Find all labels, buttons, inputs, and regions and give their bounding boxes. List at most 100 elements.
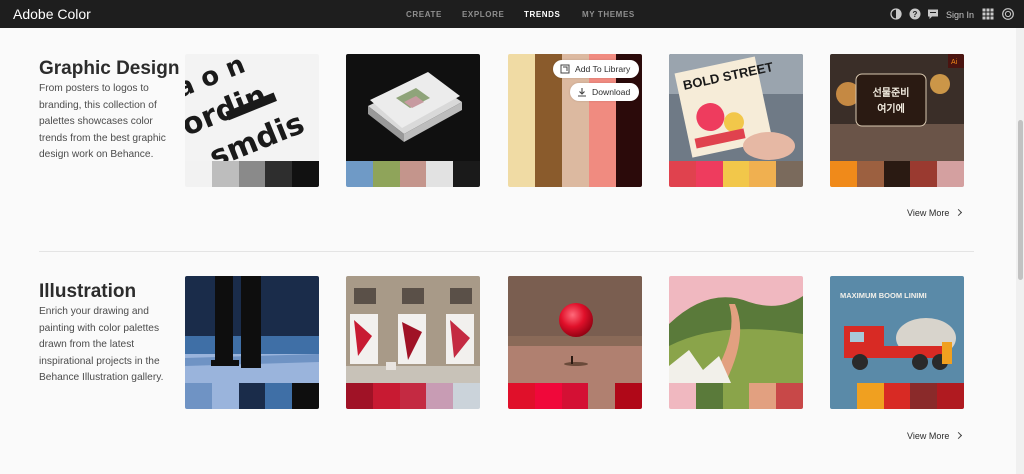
palette-card-bold-street[interactable]: BOLD STREET xyxy=(669,54,803,187)
color-swatch xyxy=(910,161,938,187)
color-swatch xyxy=(211,161,239,187)
color-swatch xyxy=(346,383,373,409)
section-divider xyxy=(39,251,974,252)
color-swatch xyxy=(830,161,857,187)
color-swatch xyxy=(399,161,427,187)
color-swatch xyxy=(722,383,750,409)
section-title-graphic-design: Graphic Design xyxy=(39,58,180,79)
color-swatch xyxy=(453,383,480,409)
color-swatch xyxy=(561,383,589,409)
palette-card-korean-signage[interactable]: 선물준비 여기에 Ai xyxy=(830,54,964,187)
palette-swatches xyxy=(508,383,642,409)
nav-create[interactable]: CREATE xyxy=(406,10,442,19)
palette-card-typography[interactable]: a o n ordin smdis xyxy=(185,54,319,187)
color-swatch xyxy=(883,383,911,409)
chevron-right-icon[interactable] xyxy=(954,208,963,217)
sign-in-link[interactable]: Sign In xyxy=(946,10,974,20)
view-more-illustration-link[interactable]: View More xyxy=(907,431,949,441)
svg-text:여기에: 여기에 xyxy=(877,102,905,115)
download-icon xyxy=(578,88,586,97)
download-label: Download xyxy=(592,87,631,97)
illustration-headline: MAXIMUM BOOM LINIMI xyxy=(840,291,927,300)
color-swatch xyxy=(937,161,964,187)
palette-swatches xyxy=(669,161,803,187)
top-navigation-bar: Adobe Color CREATE EXPLORE TRENDS MY THE… xyxy=(0,0,1024,28)
section-description-graphic-design: From posters to logos to branding, this … xyxy=(39,83,166,161)
color-swatch xyxy=(776,161,803,187)
color-swatch xyxy=(426,383,454,409)
add-to-library-label: Add To Library xyxy=(575,64,631,74)
palette-swatches xyxy=(185,161,319,187)
color-swatch xyxy=(937,383,964,409)
card-image-bold-street-poster: BOLD STREET xyxy=(669,54,803,161)
color-swatch xyxy=(292,161,319,187)
palette-swatches xyxy=(346,161,480,187)
card-image-green-hills xyxy=(669,276,803,383)
palette-card-street-murals[interactable] xyxy=(346,276,480,409)
color-swatch xyxy=(238,161,266,187)
color-swatch xyxy=(669,383,696,409)
color-swatch xyxy=(883,161,911,187)
nav-trends[interactable]: TRENDS xyxy=(524,10,561,19)
color-swatch xyxy=(399,383,427,409)
color-swatch xyxy=(453,161,480,187)
color-swatch xyxy=(372,161,400,187)
color-swatch xyxy=(669,161,696,187)
color-swatch xyxy=(372,383,400,409)
color-swatch xyxy=(856,383,884,409)
palette-card-book-mockup[interactable] xyxy=(346,54,480,187)
color-swatch xyxy=(185,161,212,187)
apps-grid-icon[interactable] xyxy=(982,8,994,20)
section-description-illustration: Enrich your drawing and painting with co… xyxy=(39,306,164,384)
palette-card-red-sphere[interactable] xyxy=(508,276,642,409)
creative-cloud-icon[interactable] xyxy=(1002,8,1014,20)
color-swatch xyxy=(534,383,562,409)
card-image-truck-illustration: MAXIMUM BOOM LINIMI xyxy=(830,276,964,383)
palette-swatches xyxy=(669,383,803,409)
color-swatch xyxy=(238,383,266,409)
color-swatch xyxy=(910,383,938,409)
palette-card-truck[interactable]: MAXIMUM BOOM LINIMI xyxy=(830,276,964,409)
color-swatch xyxy=(265,383,293,409)
theme-toggle-icon[interactable] xyxy=(890,8,902,20)
color-swatch xyxy=(830,383,857,409)
card-image-red-sphere xyxy=(508,276,642,383)
card-image-street-murals xyxy=(346,276,480,383)
help-icon[interactable]: ? xyxy=(909,8,921,20)
palette-card-night-figure[interactable] xyxy=(185,276,319,409)
color-swatch xyxy=(211,383,239,409)
download-button[interactable]: Download xyxy=(570,83,639,101)
color-swatch xyxy=(265,161,293,187)
color-swatch xyxy=(695,161,723,187)
color-swatch xyxy=(508,383,535,409)
card-image-typography-poster: a o n ordin smdis xyxy=(185,54,319,161)
palette-swatches xyxy=(830,383,964,409)
color-swatch xyxy=(749,161,777,187)
section-title-illustration: Illustration xyxy=(39,281,137,302)
color-swatch xyxy=(185,383,212,409)
color-swatch xyxy=(776,383,803,409)
color-swatch xyxy=(346,161,373,187)
add-to-library-button[interactable]: Add To Library xyxy=(553,60,639,78)
svg-text:?: ? xyxy=(913,10,918,19)
color-swatch xyxy=(588,383,616,409)
scrollbar-thumb[interactable] xyxy=(1018,120,1023,280)
color-swatch xyxy=(292,383,319,409)
library-icon xyxy=(560,64,570,74)
nav-explore[interactable]: EXPLORE xyxy=(462,10,504,19)
chevron-right-icon[interactable] xyxy=(954,431,963,440)
svg-text:선물준비: 선물준비 xyxy=(873,86,910,99)
view-more-graphic-design-link[interactable]: View More xyxy=(907,208,949,218)
card-image-night-figure xyxy=(185,276,319,383)
color-swatch xyxy=(722,161,750,187)
card-image-korean-signage: 선물준비 여기에 Ai xyxy=(830,54,964,161)
palette-card-green-hills[interactable] xyxy=(669,276,803,409)
feedback-icon[interactable] xyxy=(927,8,939,20)
palette-card-color-stripes[interactable]: Add To Library Download xyxy=(508,54,642,187)
card-image-book-mockup xyxy=(346,54,480,161)
palette-swatches xyxy=(185,383,319,409)
color-swatch xyxy=(426,161,454,187)
color-swatch xyxy=(749,383,777,409)
app-title[interactable]: Adobe Color xyxy=(13,6,91,22)
nav-my-themes[interactable]: MY THEMES xyxy=(582,10,635,19)
